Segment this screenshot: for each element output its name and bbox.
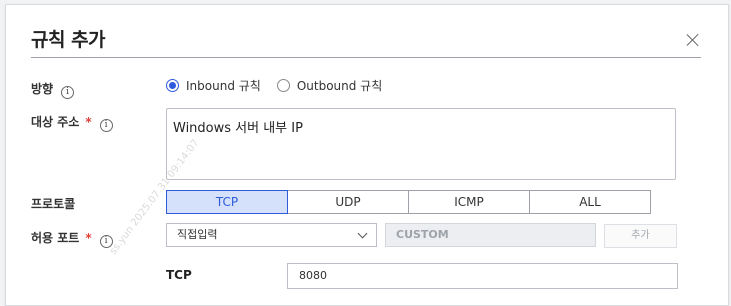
protocol-segmented-control: TCP UDP ICMP ALL [166, 190, 651, 214]
direction-label-text: 방향 [31, 82, 54, 96]
radio-checked-icon [166, 79, 179, 92]
outbound-radio[interactable]: Outbound 규칙 [276, 77, 383, 94]
chevron-down-icon [357, 228, 368, 239]
add-rule-dialog: 규칙 추가 방향 i Inbound 규칙 Outbound 규칙 대상 주소 * i… [5, 4, 729, 306]
protocol-icmp-button[interactable]: ICMP [408, 190, 530, 214]
required-mark: * [85, 115, 92, 129]
port-type-select-value: 직접입력 [177, 228, 218, 241]
add-port-button[interactable]: 추가 [604, 224, 677, 248]
protocol-all-button[interactable]: ALL [529, 190, 651, 214]
radio-unchecked-icon [276, 79, 290, 92]
required-mark: * [85, 231, 92, 245]
info-icon[interactable]: i [61, 86, 75, 99]
target-address-label-text: 대상 주소 [31, 115, 80, 129]
port-entry-input[interactable]: 8080 [287, 263, 678, 289]
close-icon[interactable] [685, 32, 701, 48]
port-entry-protocol: TCP [166, 268, 192, 282]
dialog-title: 규칙 추가 [31, 29, 106, 51]
direction-radio-group: Inbound 규칙 Outbound 규칙 [166, 77, 398, 94]
allowed-port-label: 허용 포트 * i [31, 229, 113, 248]
inbound-radio[interactable]: Inbound 규칙 [166, 77, 261, 94]
info-icon[interactable]: i [99, 235, 113, 248]
allowed-port-label-text: 허용 포트 [31, 231, 80, 245]
protocol-udp-button[interactable]: UDP [287, 190, 409, 214]
title-divider [31, 57, 701, 58]
target-address-label: 대상 주소 * i [31, 113, 113, 132]
direction-label: 방향 i [31, 80, 75, 99]
info-icon[interactable]: i [99, 119, 113, 132]
protocol-label: 프로토콜 [31, 197, 76, 211]
outbound-radio-label: Outbound 규칙 [296, 79, 383, 93]
custom-port-field: CUSTOM [385, 223, 596, 247]
target-address-textarea[interactable]: Windows 서버 내부 IP [166, 108, 676, 180]
port-type-select[interactable]: 직접입력 [166, 223, 377, 247]
inbound-radio-label: Inbound 규칙 [186, 79, 261, 93]
protocol-tcp-button[interactable]: TCP [166, 190, 288, 214]
